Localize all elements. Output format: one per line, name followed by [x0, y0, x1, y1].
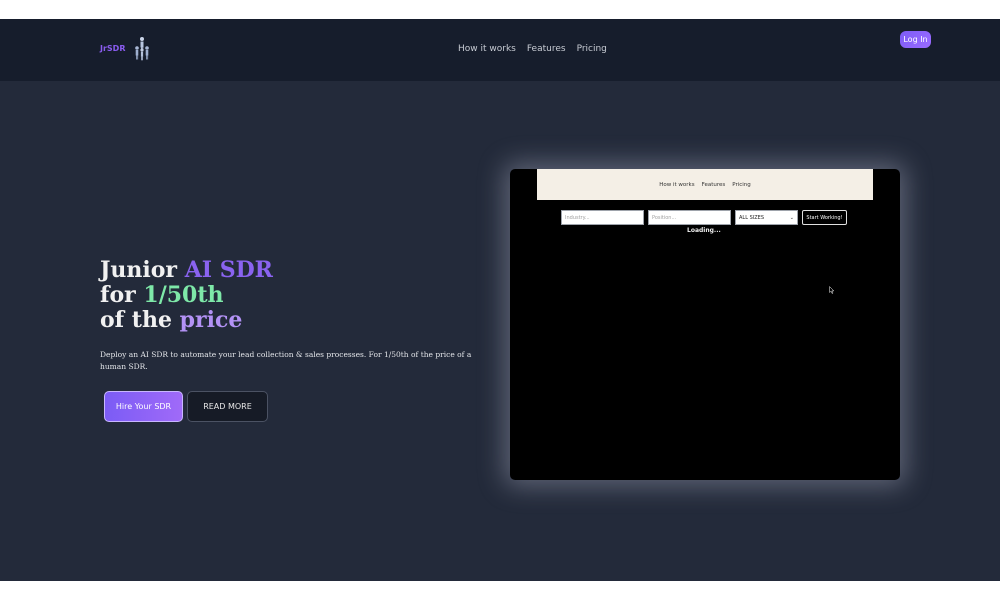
headline-highlight-ai-sdr: AI SDR [184, 257, 273, 283]
start-working-button[interactable]: Start Working! [802, 210, 847, 225]
hero-description: Deploy an AI SDR to automate your lead c… [100, 350, 472, 371]
brand-logo[interactable]: JrSDR [100, 35, 151, 61]
headline-highlight-fraction: 1/50th [143, 282, 224, 308]
company-size-value: ALL SIZES [739, 214, 764, 221]
company-size-select[interactable]: ALL SIZES ⌄ [735, 210, 798, 225]
preview-navbar: How it works Features Pricing [537, 169, 873, 200]
position-input[interactable]: Position... [648, 210, 731, 225]
headline-text: of the [100, 307, 180, 333]
hero-headline: Junior AI SDR for 1/50th of the price [100, 258, 420, 333]
nav-pricing[interactable]: Pricing [577, 44, 607, 54]
loading-indicator: Loading... [687, 227, 721, 234]
headline-text: Junior [100, 257, 185, 283]
read-more-button[interactable]: READ MORE [187, 391, 268, 422]
mouse-pointer-icon [829, 286, 835, 294]
hire-sdr-button[interactable]: Hire Your SDR [104, 391, 183, 422]
headline-highlight-price: price [179, 307, 243, 333]
headline-text: for [100, 282, 144, 308]
preview-nav-features[interactable]: Features [702, 182, 726, 188]
team-figures-icon [135, 37, 150, 61]
preview-nav-how-it-works[interactable]: How it works [659, 182, 694, 188]
top-navbar: JrSDR How it works Features Pricing Log … [0, 19, 1000, 81]
login-button[interactable]: Log In [900, 31, 931, 48]
main-nav: How it works Features Pricing [458, 44, 607, 54]
preview-nav-pricing[interactable]: Pricing [732, 182, 751, 188]
hero-section: Junior AI SDR for 1/50th of the price De… [0, 81, 1000, 581]
nav-how-it-works[interactable]: How it works [458, 44, 516, 54]
nav-features[interactable]: Features [527, 44, 566, 54]
brand-name: JrSDR [100, 43, 126, 53]
industry-input[interactable]: Industry... [561, 210, 644, 225]
chevron-down-icon: ⌄ [789, 214, 794, 221]
app-preview-window: How it works Features Pricing Industry..… [510, 169, 900, 480]
